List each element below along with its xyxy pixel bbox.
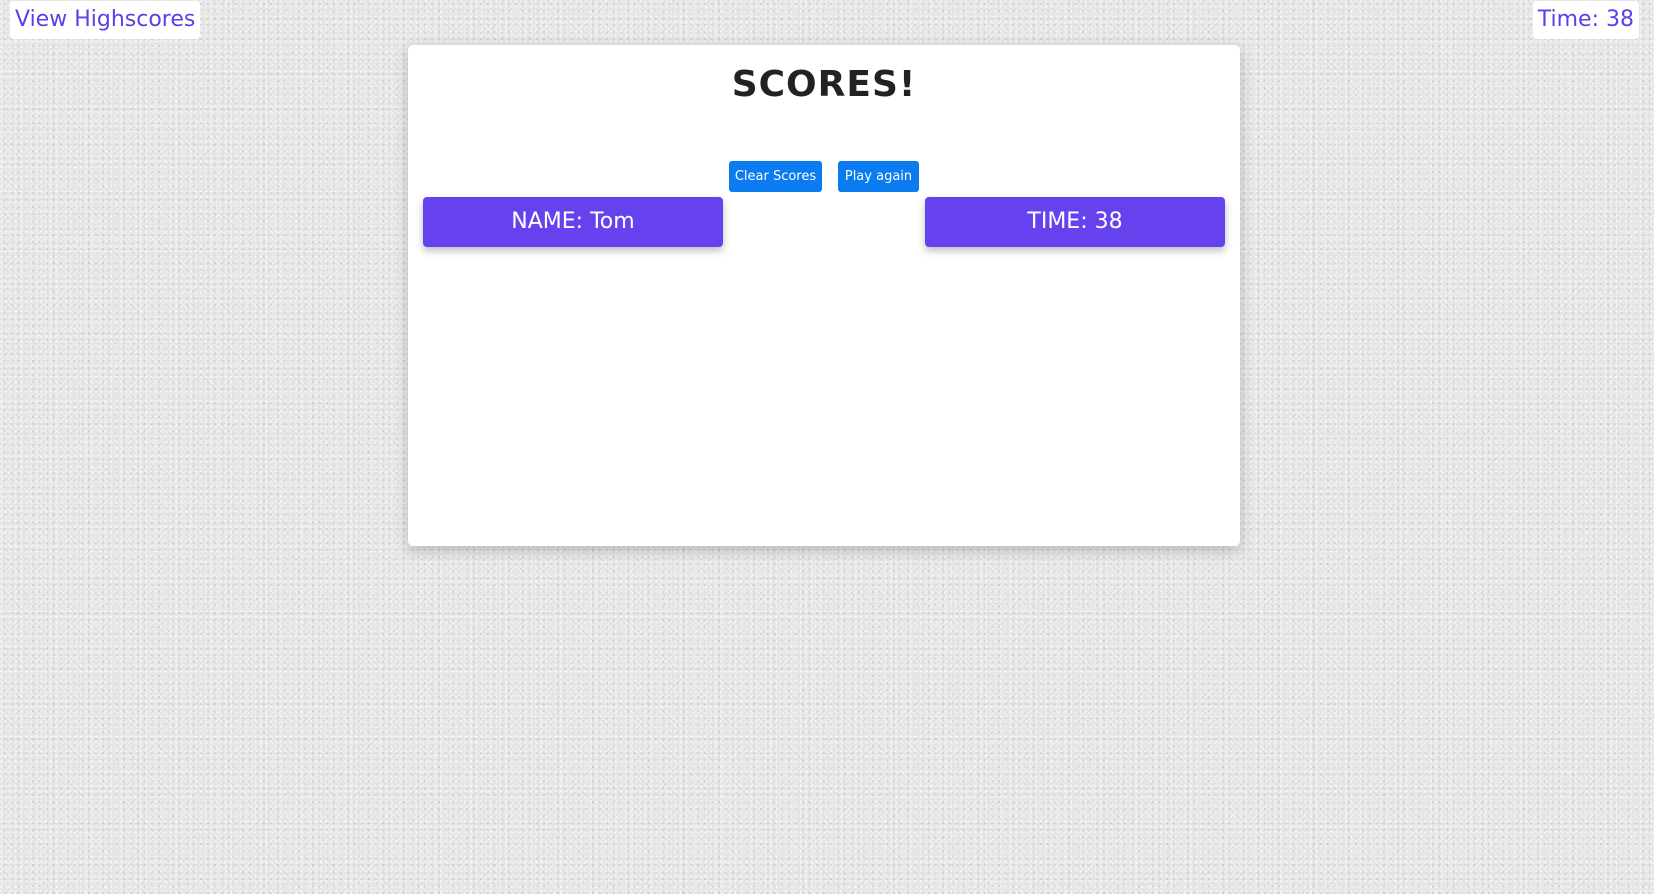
scores-title: SCORES! <box>731 64 917 105</box>
score-entry-name: NAME: Tom <box>423 197 723 247</box>
view-highscores-link[interactable]: View Highscores <box>10 1 201 39</box>
play-again-button[interactable]: Play again <box>838 161 919 192</box>
score-entry-time: TIME: 38 <box>925 197 1225 247</box>
clear-scores-button[interactable]: Clear Scores <box>729 161 822 192</box>
scores-card: SCORES! Clear Scores Play again NAME: To… <box>408 45 1240 546</box>
timer-display: Time: 38 <box>1532 1 1639 39</box>
